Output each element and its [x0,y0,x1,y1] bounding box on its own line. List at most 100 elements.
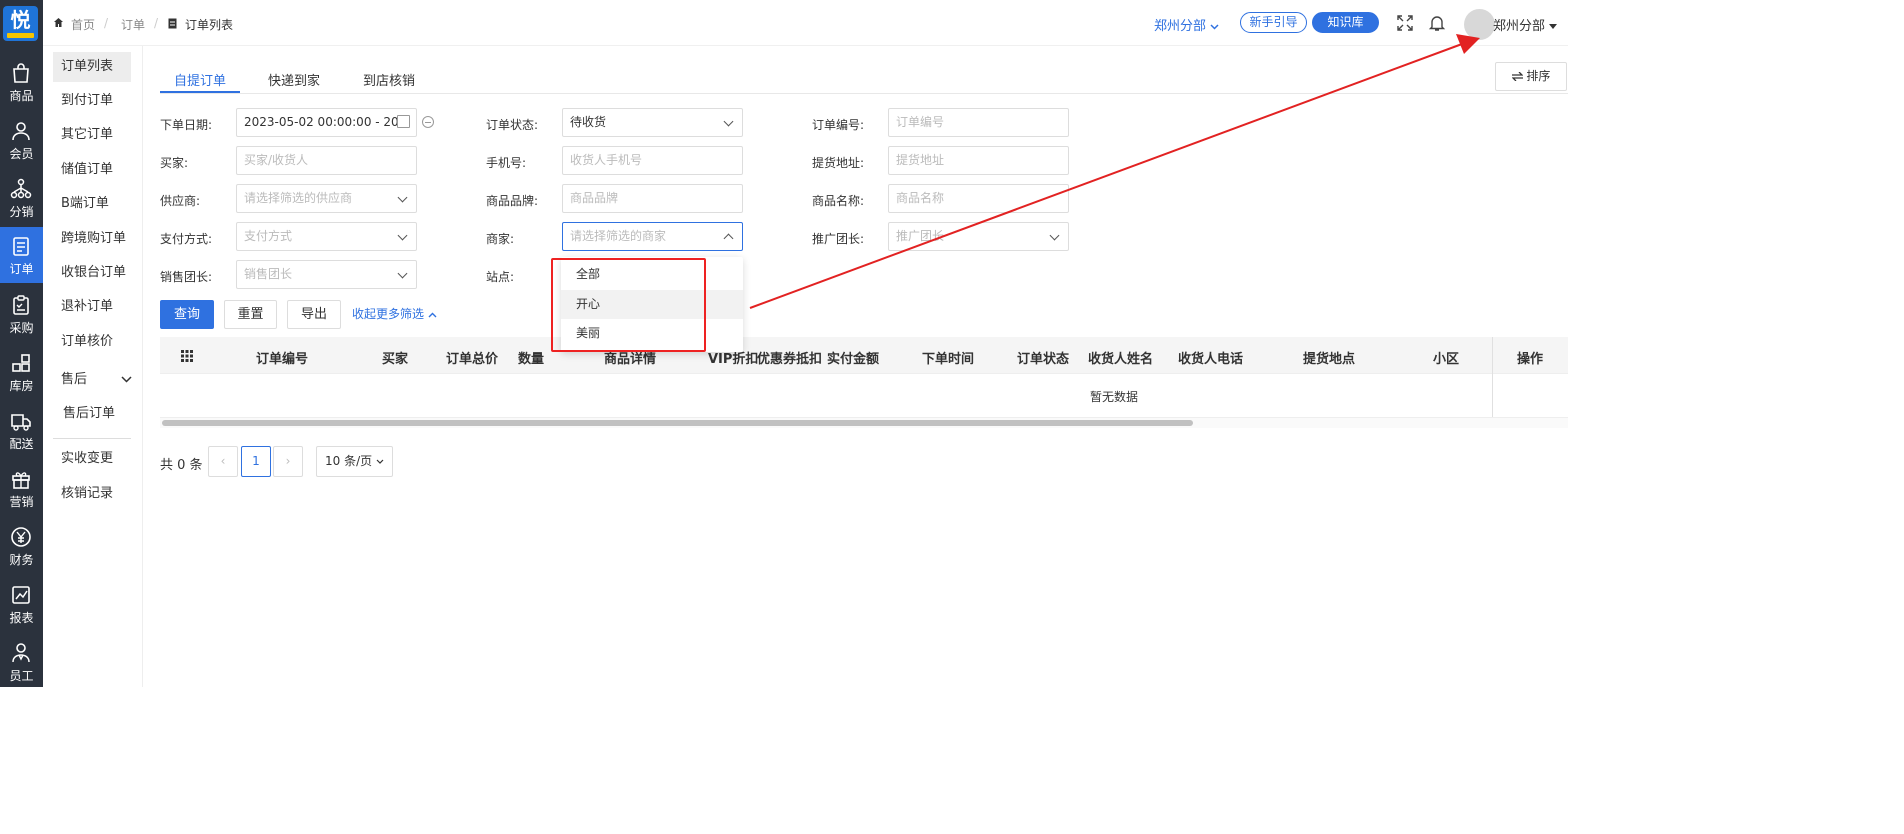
chevron-down-icon [1049,230,1060,241]
order-status-select[interactable]: 待收货 [562,108,743,137]
page-number[interactable]: 1 [241,446,271,477]
column-header: 下单时间 [922,352,975,367]
rail-item-reports[interactable]: 报表 [0,576,43,632]
breadcrumb-orders[interactable]: 订单 [121,16,145,33]
rail-item-distribution[interactable]: 分销 [0,170,43,226]
submenu-item[interactable]: 收银台订单 [53,258,131,288]
collapse-filters-label: 收起更多筛选 [352,307,425,321]
submenu-item[interactable]: 其它订单 [53,120,131,150]
rail-label: 财务 [9,553,34,567]
submenu-item[interactable]: 核销记录 [53,479,131,509]
export-button[interactable]: 导出 [287,300,341,329]
breadcrumb-home[interactable]: 首页 [71,16,95,33]
submenu-item[interactable]: 售后订单 [53,399,131,429]
guide-button[interactable]: 新手引导 [1240,12,1307,33]
sort-button[interactable]: 排序 [1495,62,1567,91]
submenu-item[interactable]: 退补订单 [53,292,131,322]
horizontal-scrollbar[interactable] [160,418,1568,428]
sales-leader-select[interactable]: 销售团长 [236,260,417,289]
column-header: 实付金额 [827,352,880,367]
column-header: 数量 [518,352,545,367]
scrollbar-thumb[interactable] [162,420,1193,426]
submenu-item[interactable]: 实收变更 [53,444,131,474]
product-name-input[interactable]: 商品名称 [888,184,1069,213]
tab-express-delivery[interactable]: 快递到家 [268,70,320,89]
page-size-value: 10 条/页 [325,454,373,468]
rail-item-orders[interactable]: 订单 [0,227,43,283]
clear-date-icon[interactable] [422,116,434,128]
brand-input[interactable]: 商品品牌 [562,184,743,213]
tab-divider [160,93,1568,94]
bell-icon[interactable] [1428,14,1446,32]
rail-item-goods[interactable]: 商品 [0,54,43,110]
submenu-item[interactable]: B端订单 [53,189,131,219]
merchant-label: 商家: [486,232,515,246]
submenu-group-aftersale[interactable]: 售后 [53,365,132,395]
user-menu[interactable]: 郑州分部 [1493,15,1558,34]
rail-item-staff[interactable]: 员工 [0,634,43,690]
reset-button[interactable]: 重置 [224,300,277,329]
warehouse-icon [12,354,30,372]
column-header: 优惠券抵扣 [757,352,823,367]
next-page-button[interactable]: › [273,446,303,477]
pay-method-select[interactable]: 支付方式 [236,222,417,251]
submenu-item[interactable]: 订单列表 [53,52,131,82]
app-logo[interactable]: 悦 [3,6,38,41]
promoter-select[interactable]: 推广团长 [888,222,1069,251]
tab-self-pickup[interactable]: 自提订单 [174,70,226,89]
order-no-input[interactable]: 订单编号 [888,108,1069,137]
sort-label: 排序 [1526,69,1551,83]
supplier-label: 供应商: [160,194,201,208]
user-name: 郑州分部 [1493,19,1546,34]
icon-rail: 悦 商品 会员 分销 订单 采购 库房 配送 营销 财务 报表 员工 [0,0,43,687]
chevron-down-icon [723,116,734,127]
buyer-label: 买家: [160,156,189,170]
fullscreen-icon[interactable] [1396,14,1414,32]
page-size-select[interactable]: 10 条/页 [316,446,393,477]
rail-item-marketing[interactable]: 营销 [0,460,43,516]
merchant-select[interactable]: 请选择筛选的商家 [562,222,743,251]
rail-item-warehouse[interactable]: 库房 [0,344,43,400]
secondary-menu: 订单列表 到付订单 其它订单 储值订单 B端订单 跨境购订单 收银台订单 退补订… [43,46,143,687]
column-header: 提货地点 [1303,352,1356,367]
column-header: 收货人电话 [1178,352,1244,367]
submenu-item[interactable]: 订单核价 [53,327,131,357]
column-header: 订单状态 [1017,352,1070,367]
chevron-down-icon [121,376,132,383]
avatar[interactable] [1464,9,1495,40]
order-date-value: 2023-05-02 00:00:00 - 20 [244,115,399,129]
dropdown-option[interactable]: 开心 [561,290,743,319]
query-button[interactable]: 查询 [160,300,214,329]
order-status-label: 订单状态: [486,118,539,132]
submenu-item[interactable]: 储值订单 [53,155,131,185]
submenu-item[interactable]: 到付订单 [53,86,131,116]
logo-glyph: 悦 [10,8,31,32]
buyer-input[interactable]: 买家/收货人 [236,146,417,175]
staff-icon [12,643,30,663]
rail-item-finance[interactable]: 财务 [0,518,43,574]
collapse-filters-link[interactable]: 收起更多筛选 [352,305,437,322]
swap-icon [1511,71,1524,82]
knowledge-base-button[interactable]: 知识库 [1312,12,1379,33]
chevron-up-icon [428,312,437,318]
supplier-select[interactable]: 请选择筛选的供应商 [236,184,417,213]
rail-item-members[interactable]: 会员 [0,112,43,168]
submenu-item[interactable]: 跨境购订单 [53,224,131,254]
dropdown-option[interactable]: 全部 [561,260,743,289]
rail-item-delivery[interactable]: 配送 [0,402,43,458]
yuan-icon [11,527,31,547]
brand-label: 商品品牌: [486,194,539,208]
pickup-address-input[interactable]: 提货地址 [888,146,1069,175]
prev-page-button[interactable]: ‹ [208,446,238,477]
sales-leader-placeholder: 销售团长 [244,267,293,281]
tab-in-store-verify[interactable]: 到店核销 [363,70,415,89]
rail-item-purchase[interactable]: 采购 [0,286,43,342]
column-settings-icon[interactable] [181,350,193,362]
caret-down-icon [1549,24,1558,29]
document-icon [168,18,177,29]
phone-input[interactable]: 收货人手机号 [562,146,743,175]
dropdown-option[interactable]: 美丽 [561,319,743,348]
rail-label: 订单 [9,262,34,276]
order-date-range-input[interactable]: 2023-05-02 00:00:00 - 20 [236,108,417,137]
branch-selector[interactable]: 郑州分部 [1154,15,1219,34]
